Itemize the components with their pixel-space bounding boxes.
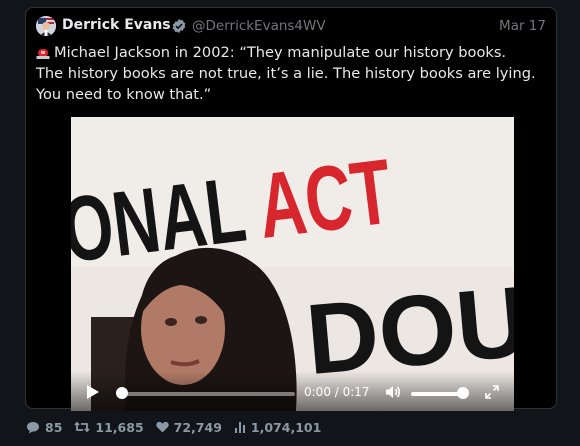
tweet-body: Michael Jackson in 2002: “They manipulat… [36, 44, 536, 103]
views-count: 1,074,101 [250, 419, 322, 435]
video-time: 0:00 / 0:17 [304, 385, 370, 399]
volume-handle[interactable] [457, 387, 469, 399]
tweet-date[interactable]: Mar 17 [499, 18, 546, 34]
video-frame: ONAL ACT DOU [71, 117, 514, 411]
progress-handle[interactable] [116, 387, 128, 399]
views-chart-icon [234, 422, 245, 433]
heart-icon [155, 421, 169, 433]
reply-count: 85 [45, 419, 63, 435]
police-siren-icon [36, 49, 50, 59]
tweet-text: Michael Jackson in 2002: “They manipulat… [36, 42, 536, 105]
author-handle[interactable]: @DerrickEvans4WV [192, 18, 326, 34]
views-stat[interactable]: 1,074,101 [234, 420, 321, 435]
verified-badge-icon [172, 19, 186, 33]
fullscreen-icon[interactable] [485, 385, 499, 399]
tweet-stats: 85 11,685 72,749 1,074,101 [26, 418, 333, 436]
retweet-icon [74, 421, 91, 433]
retweet-count: 11,685 [95, 419, 144, 435]
video-player[interactable]: ONAL ACT DOU 0:00 / 0:17 [71, 117, 514, 411]
tweet-header: Derrick Evans @DerrickEvans4WV Mar 17 [36, 16, 546, 38]
author-name[interactable]: Derrick Evans [62, 17, 171, 33]
volume-icon[interactable] [385, 384, 401, 400]
video-controls: 0:00 / 0:17 [71, 371, 514, 411]
like-stat[interactable]: 72,749 [155, 419, 222, 435]
retweet-stat[interactable]: 11,685 [74, 419, 144, 435]
reply-stat[interactable]: 85 [26, 420, 62, 435]
reply-icon [27, 421, 39, 433]
like-count: 72,749 [173, 419, 222, 435]
play-icon[interactable] [86, 384, 100, 400]
avatar[interactable] [36, 16, 56, 36]
progress-bar[interactable] [119, 392, 295, 396]
tweet-card[interactable]: Derrick Evans @DerrickEvans4WV Mar 17 Mi… [25, 7, 557, 411]
